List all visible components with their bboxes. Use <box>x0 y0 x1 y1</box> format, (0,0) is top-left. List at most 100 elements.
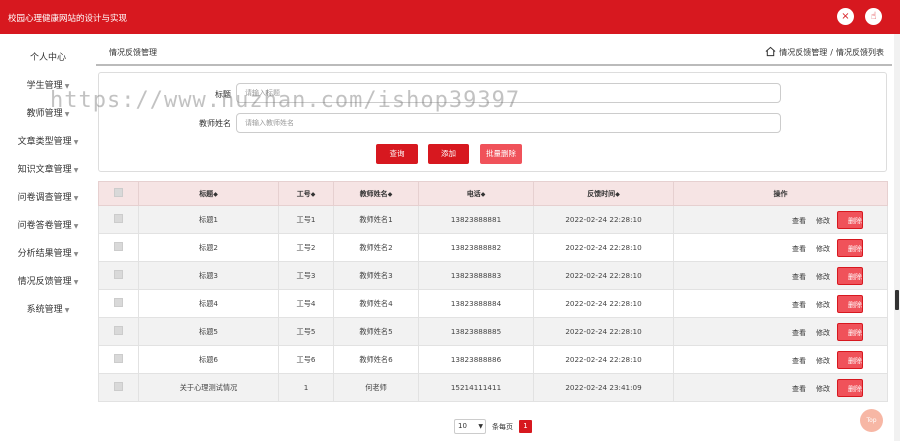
delete-button[interactable]: 删除 <box>837 378 863 397</box>
sidebar-item[interactable]: 情况反馈管理 ▼ <box>0 274 96 287</box>
sort-icon[interactable]: ◆ <box>481 191 486 198</box>
sidebar-item-label: 系统管理 <box>26 305 63 315</box>
edit-button[interactable]: 修改 <box>816 300 830 310</box>
edit-button[interactable]: 修改 <box>816 384 830 394</box>
column-header[interactable]: 标题◆ <box>138 181 279 206</box>
view-button[interactable]: 查看 <box>792 356 806 366</box>
caret-down-icon: ▼ <box>64 111 70 118</box>
view-button[interactable]: 查看 <box>792 272 806 282</box>
title-search-input[interactable]: 请输入标题 <box>236 83 781 103</box>
column-header[interactable]: 工号◆ <box>278 181 334 206</box>
cell-phone: 15214111411 <box>418 373 534 402</box>
delete-button[interactable]: 删除 <box>837 350 863 369</box>
row-select-cell <box>98 289 139 318</box>
delete-button[interactable]: 删除 <box>837 238 863 257</box>
cell-job-no: 工号6 <box>278 345 334 374</box>
row-checkbox[interactable] <box>114 270 123 279</box>
close-icon[interactable]: × <box>837 8 854 25</box>
column-header[interactable]: 电话◆ <box>418 181 534 206</box>
query-button[interactable]: 查询 <box>376 144 418 164</box>
scrollbar-track[interactable] <box>894 34 900 441</box>
edit-button[interactable]: 修改 <box>816 216 830 226</box>
sort-icon[interactable]: ◆ <box>388 191 393 198</box>
add-button[interactable]: 添加 <box>428 144 469 164</box>
table-row: 标题2 工号2 教师姓名2 13823888882 2022-02-24 22:28:1… <box>98 233 888 262</box>
sidebar-item[interactable]: 分析结果管理 ▼ <box>0 246 96 259</box>
column-header-label: 工号 <box>296 189 311 198</box>
row-checkbox[interactable] <box>114 298 123 307</box>
cell-title: 标题2 <box>138 233 279 262</box>
row-checkbox[interactable] <box>114 382 123 391</box>
cell-phone: 13823888881 <box>418 205 534 234</box>
row-checkbox[interactable] <box>114 326 123 335</box>
edit-button[interactable]: 修改 <box>816 244 830 254</box>
column-header[interactable]: 教师姓名◆ <box>333 181 419 206</box>
caret-down-icon: ▼ <box>73 139 79 146</box>
row-checkbox[interactable] <box>114 214 123 223</box>
column-header-label: 标题 <box>199 189 214 198</box>
caret-down-icon: ▼ <box>64 307 70 314</box>
table-row: 标题3 工号3 教师姓名3 13823888883 2022-02-24 22:28:1… <box>98 261 888 290</box>
home-icon[interactable] <box>765 46 776 59</box>
select-all-header[interactable] <box>98 181 139 206</box>
edit-button[interactable]: 修改 <box>816 328 830 338</box>
back-to-top-button[interactable]: Top <box>860 409 883 432</box>
sidebar-item[interactable]: 知识文章管理 ▼ <box>0 162 96 175</box>
delete-button[interactable]: 删除 <box>837 294 863 313</box>
edit-button[interactable]: 修改 <box>816 272 830 282</box>
breadcrumb-separator: / <box>830 48 833 57</box>
view-button[interactable]: 查看 <box>792 384 806 394</box>
user-icon[interactable]: ☝ <box>865 8 882 25</box>
cell-phone: 13823888886 <box>418 345 534 374</box>
row-checkbox[interactable] <box>114 354 123 363</box>
sidebar-item-label: 问卷答卷管理 <box>17 221 72 231</box>
caret-down-icon: ▼ <box>73 251 79 258</box>
sidebar-item-label: 文章类型管理 <box>17 137 72 147</box>
page-number-current[interactable]: 1 <box>519 420 532 433</box>
cell-job-no: 工号2 <box>278 233 334 262</box>
delete-button[interactable]: 删除 <box>837 210 863 229</box>
sidebar-item[interactable]: 文章类型管理 ▼ <box>0 134 96 147</box>
sidebar-item[interactable]: 系统管理 ▼ <box>0 302 96 315</box>
row-actions: 查看 修改 删除 <box>673 289 888 318</box>
sort-icon[interactable]: ◆ <box>213 191 218 198</box>
cell-job-no: 工号5 <box>278 317 334 346</box>
view-button[interactable]: 查看 <box>792 300 806 310</box>
cell-phone: 13823888882 <box>418 233 534 262</box>
view-button[interactable]: 查看 <box>792 244 806 254</box>
scrollbar-thumb[interactable] <box>895 290 899 310</box>
select-all-checkbox[interactable] <box>114 188 123 197</box>
sidebar-item[interactable]: 问卷调查管理 ▼ <box>0 190 96 203</box>
sort-icon[interactable]: ◆ <box>615 191 620 198</box>
row-select-cell <box>98 317 139 346</box>
view-button[interactable]: 查看 <box>792 328 806 338</box>
column-header[interactable]: 反馈时间◆ <box>533 181 674 206</box>
breadcrumb-current: 情况反馈列表 <box>836 48 884 57</box>
cell-time: 2022-02-24 22:28:10 <box>533 205 674 234</box>
row-checkbox[interactable] <box>114 242 123 251</box>
row-select-cell <box>98 205 139 234</box>
sidebar-item[interactable]: 个人中心 <box>0 50 96 63</box>
row-select-cell <box>98 373 139 402</box>
row-actions: 查看 修改 删除 <box>673 205 888 234</box>
sidebar-item[interactable]: 教师管理 ▼ <box>0 106 96 119</box>
delete-button[interactable]: 删除 <box>837 266 863 285</box>
view-button[interactable]: 查看 <box>792 216 806 226</box>
page-size-select[interactable]: 10 ▼ <box>454 419 486 434</box>
teacher-name-input[interactable]: 请输入教师姓名 <box>236 113 781 133</box>
sort-icon[interactable]: ◆ <box>311 191 316 198</box>
column-header-label: 反馈时间 <box>587 189 616 198</box>
sidebar-item[interactable]: 问卷答卷管理 ▼ <box>0 218 96 231</box>
sidebar-item-label: 学生管理 <box>26 81 63 91</box>
sidebar-item-label: 情况反馈管理 <box>17 277 72 287</box>
cell-teacher: 教师姓名1 <box>333 205 419 234</box>
cell-teacher: 教师姓名4 <box>333 289 419 318</box>
sidebar-item[interactable]: 学生管理 ▼ <box>0 78 96 91</box>
delete-button[interactable]: 删除 <box>837 322 863 341</box>
batch-delete-button[interactable]: 批量删除 <box>480 144 522 164</box>
breadcrumb-link[interactable]: 情况反馈管理 <box>779 47 827 58</box>
row-actions: 查看 修改 删除 <box>673 233 888 262</box>
caret-down-icon: ▼ <box>73 223 79 230</box>
cell-title: 标题4 <box>138 289 279 318</box>
edit-button[interactable]: 修改 <box>816 356 830 366</box>
